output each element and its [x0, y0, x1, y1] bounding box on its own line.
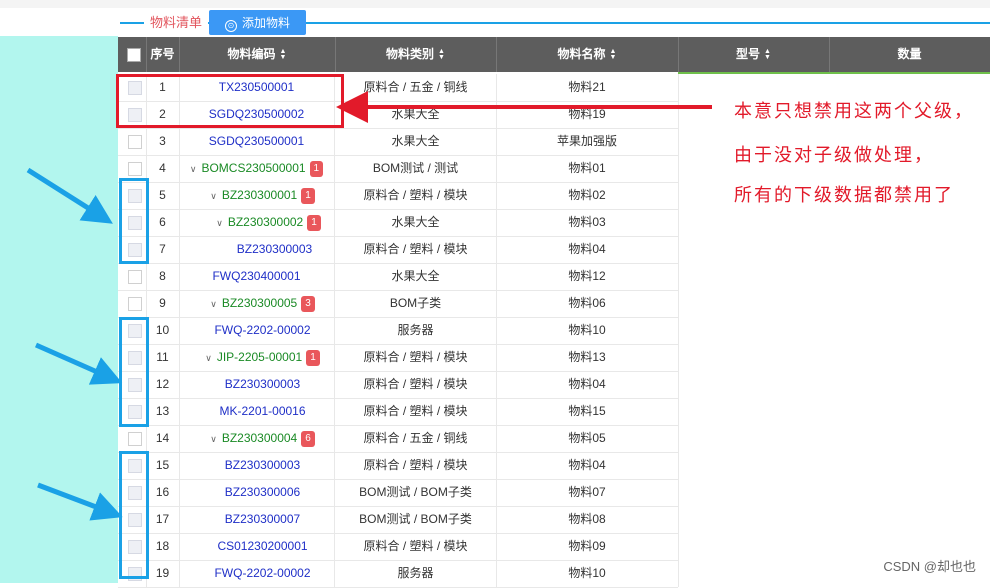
annotation-line-3: 所有的下级数据都禁用了 [734, 185, 954, 206]
annotation-line-2: 由于没对子级做处理， [734, 145, 934, 166]
watermark: CSDN @却也也 [883, 559, 976, 574]
blue-arrow [37, 482, 123, 521]
blue-arrow [34, 342, 123, 385]
annotation-arrows [26, 91, 712, 521]
annotation-line-1: 本意只想禁用这两个父级， [734, 101, 974, 122]
blue-arrow [26, 167, 113, 224]
